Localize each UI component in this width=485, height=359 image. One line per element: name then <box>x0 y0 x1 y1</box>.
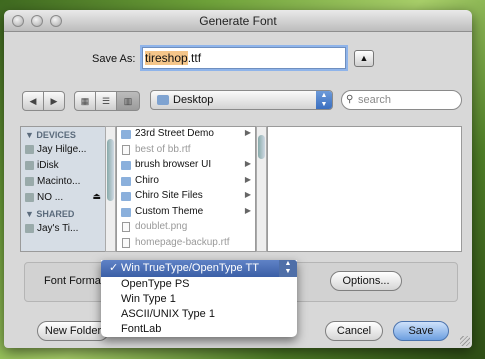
resize-grip-icon[interactable] <box>460 336 470 346</box>
eject-icon[interactable]: ⏏ <box>92 191 101 202</box>
list-view-button[interactable]: ☰ <box>95 91 117 111</box>
sidebar: ▼ DEVICES Jay Hilge... iDisk Macinto... … <box>20 126 106 252</box>
hard-drive-icon <box>25 177 34 186</box>
disclosure-arrow-icon: ▶ <box>244 159 251 168</box>
menu-item-win-type1[interactable]: Win Type 1 <box>101 292 297 307</box>
column-view-button[interactable]: ▥ <box>116 91 140 111</box>
triangle-up-icon: ▲ <box>359 53 369 63</box>
disclosure-arrow-icon: ▶ <box>244 128 251 137</box>
font-format-label: Font Format <box>44 275 104 287</box>
popup-arrows-icon: ▲ ▼ <box>316 91 332 109</box>
sidebar-item-no-name[interactable]: NO ... ⏏ <box>21 190 105 206</box>
search-icon: ⚲ <box>346 94 354 105</box>
forward-arrow-icon: ▶ <box>50 96 58 106</box>
popup-arrows-icon: ▲ ▼ <box>279 260 297 277</box>
save-button[interactable]: Save <box>393 321 449 341</box>
forward-button[interactable]: ▶ <box>43 91 65 111</box>
sidebar-item-idisk[interactable]: iDisk <box>21 158 105 174</box>
back-arrow-icon: ◀ <box>29 96 37 106</box>
menu-item-fontlab[interactable]: FontLab <box>101 322 297 337</box>
image-file-icon <box>122 222 130 232</box>
checkmark-icon: ✓ <box>109 262 119 274</box>
location-popup[interactable]: Desktop ▲ ▼ <box>150 90 333 110</box>
sidebar-section-devices: ▼ DEVICES <box>25 130 76 140</box>
file-row[interactable]: Custom Theme ▶ <box>117 205 255 221</box>
computer-icon <box>25 145 34 154</box>
icon-view-button[interactable]: ▦ <box>74 91 96 111</box>
folder-icon <box>121 192 131 201</box>
document-icon <box>122 237 130 248</box>
network-computer-icon <box>25 224 34 233</box>
collapse-dialog-button[interactable]: ▲ <box>354 50 374 67</box>
file-row[interactable]: brush browser UI ▶ <box>117 158 255 174</box>
folder-icon <box>121 207 131 217</box>
new-folder-button[interactable]: New Folder <box>37 321 109 341</box>
file-row[interactable]: Chiro ▶ <box>117 174 255 190</box>
file-row[interactable]: best of bb.rtf <box>117 143 255 159</box>
sidebar-scroll-thumb[interactable] <box>107 139 114 201</box>
file-scrollbar[interactable] <box>256 126 267 252</box>
filename-selection: tireshop <box>145 51 188 65</box>
window-title: Generate Font <box>199 14 277 28</box>
file-row[interactable]: homepage-backup.rtf <box>117 236 255 252</box>
options-button[interactable]: Options... <box>330 271 402 291</box>
sidebar-item-jays-ti[interactable]: Jay's Ti... <box>21 221 105 237</box>
file-row[interactable]: Chiro Site Files ▶ <box>117 189 255 205</box>
disclosure-arrow-icon: ▶ <box>244 174 251 184</box>
file-row[interactable]: doublet.png <box>117 220 255 236</box>
save-as-label: Save As: <box>92 53 136 65</box>
location-label: Desktop <box>173 94 214 106</box>
search-input[interactable]: ⚲ search <box>341 90 462 110</box>
menu-item-ascii-unix-type1[interactable]: ASCII/UNIX Type 1 <box>101 307 297 322</box>
cancel-button[interactable]: Cancel <box>325 321 383 341</box>
disclosure-arrow-icon: ▶ <box>244 205 251 215</box>
save-as-input[interactable]: tireshop.ttf <box>142 47 346 69</box>
font-format-menu: ✓ Win TrueType/OpenType TT ▲ ▼ OpenType P… <box>101 260 297 337</box>
disclosure-arrow-icon: ▶ <box>244 190 251 199</box>
menu-item-win-truetype[interactable]: ✓ Win TrueType/OpenType TT ▲ ▼ <box>101 260 297 277</box>
icon-grid-icon: ▦ <box>80 96 90 106</box>
folder-icon <box>121 176 131 186</box>
list-lines-icon: ☰ <box>101 96 111 106</box>
title-bar: Generate Font <box>4 10 472 32</box>
back-button[interactable]: ◀ <box>22 91 44 111</box>
sidebar-scrollbar[interactable] <box>105 126 116 252</box>
folder-icon <box>121 161 131 170</box>
sidebar-item-macintosh[interactable]: Macinto... <box>21 174 105 190</box>
search-placeholder: search <box>358 94 392 106</box>
file-row[interactable]: 23rd Street Demo ▶ <box>117 127 255 143</box>
document-icon <box>122 144 130 155</box>
folder-icon <box>121 130 131 139</box>
sidebar-item-jay-hilge[interactable]: Jay Hilge... <box>21 142 105 158</box>
columns-icon: ▥ <box>123 96 133 106</box>
idisk-icon <box>25 161 34 170</box>
empty-column <box>267 126 462 252</box>
sidebar-section-shared: ▼ SHARED <box>25 209 75 219</box>
file-scroll-thumb[interactable] <box>258 135 265 159</box>
folder-icon <box>157 95 169 105</box>
filename-extension: .ttf <box>187 51 202 65</box>
file-column: 23rd Street Demo ▶ best of bb.rtf brush b… <box>116 126 256 252</box>
menu-item-opentype-ps[interactable]: OpenType PS <box>101 277 297 292</box>
disk-icon <box>25 193 34 202</box>
